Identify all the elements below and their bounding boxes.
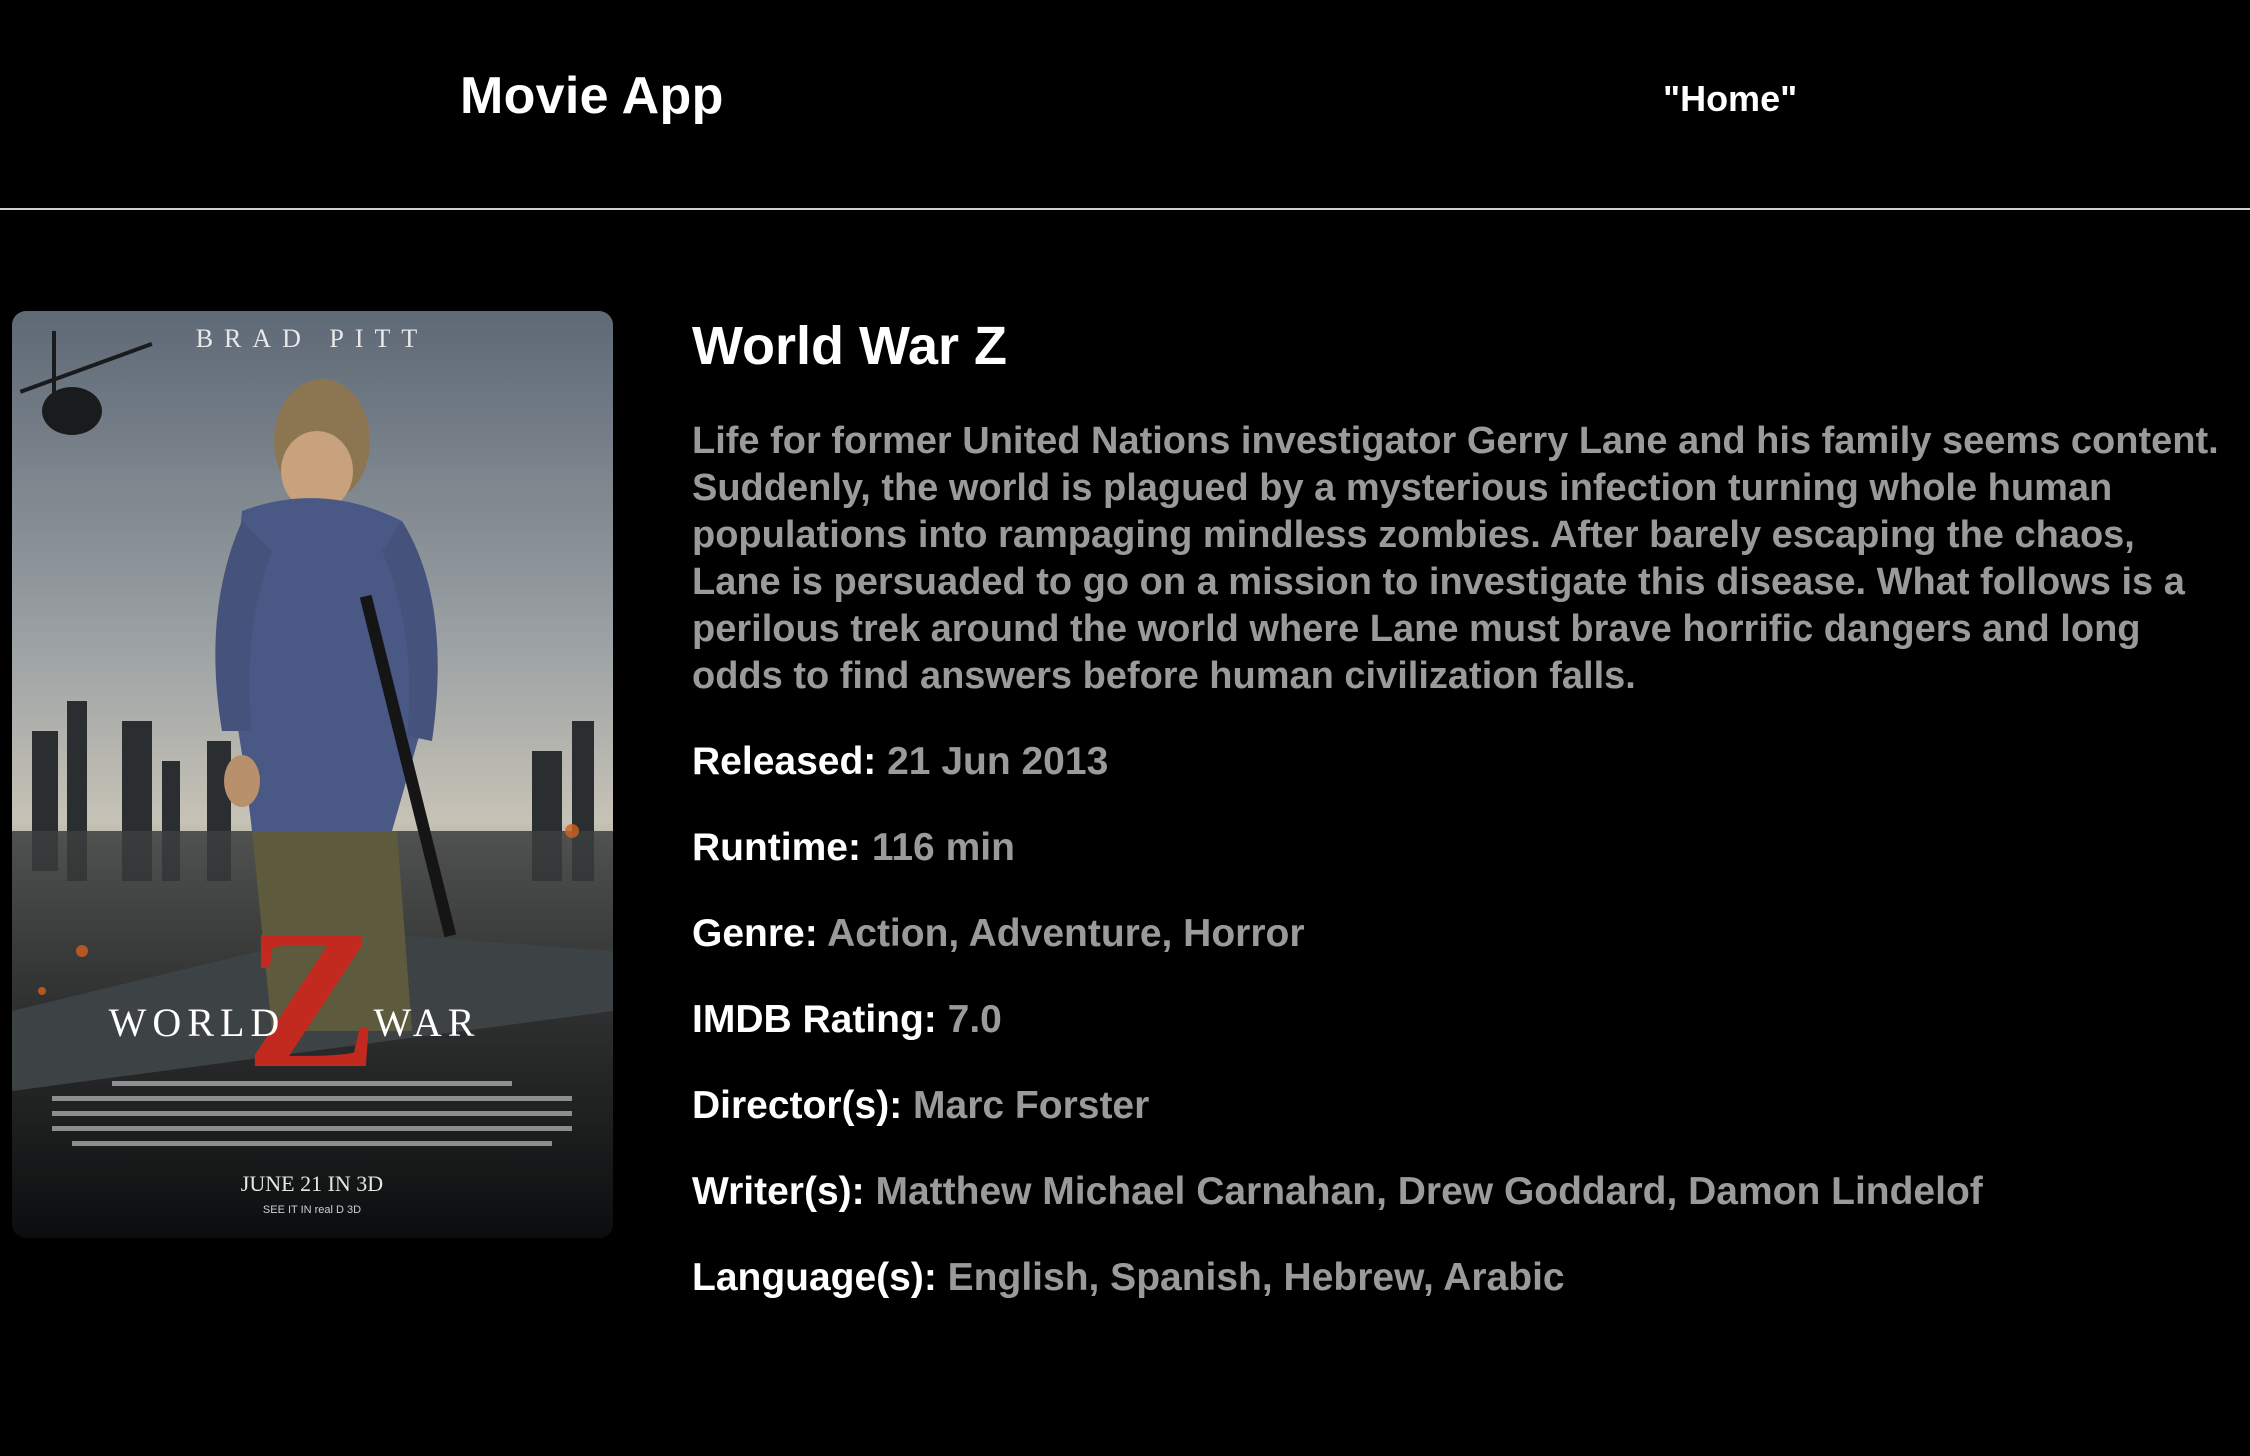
field-released-value: 21 Jun 2013 [887, 740, 1109, 783]
field-director-value: Marc Forster [913, 1084, 1150, 1127]
field-imdb-rating-label: IMDB Rating: [692, 998, 948, 1041]
field-writer: Writer(s): Matthew Michael Carnahan, Dre… [692, 1168, 2232, 1216]
field-released: Released: 21 Jun 2013 [692, 738, 2232, 786]
field-language-value: English, Spanish, Hebrew, Arabic [947, 1256, 1565, 1299]
field-director: Director(s): Marc Forster [692, 1082, 2232, 1130]
nav-home-link[interactable]: "Home" [1663, 78, 1797, 120]
poster-actor-text: BRAD PITT [196, 324, 429, 353]
poster-title-world: WORLD [109, 1000, 286, 1045]
field-runtime-label: Runtime: [692, 826, 872, 869]
field-writer-label: Writer(s): [692, 1170, 876, 1213]
poster-release-text: JUNE 21 IN 3D [241, 1171, 383, 1196]
movie-plot: Life for former United Nations investiga… [692, 420, 2219, 697]
poster-see-text: SEE IT IN real D 3D [263, 1204, 361, 1216]
field-runtime-value: 116 min [871, 826, 1015, 869]
field-genre: Genre: Action, Adventure, Horror [692, 910, 2232, 958]
field-imdb-rating-value: 7.0 [947, 998, 1002, 1041]
navbar: Movie App "Home" [0, 0, 2250, 210]
field-runtime: Runtime: 116 min [692, 824, 2232, 872]
field-language-label: Language(s): [692, 1256, 948, 1299]
field-genre-label: Genre: [692, 912, 828, 955]
field-imdb-rating: IMDB Rating: 7.0 [692, 996, 2232, 1044]
field-writer-value: Matthew Michael Carnahan, Drew Goddard, … [875, 1170, 1983, 1213]
movie-details: World War Z Life for former United Natio… [692, 310, 2232, 1302]
brand-link[interactable]: Movie App [460, 66, 724, 126]
movie-title: World War Z [692, 316, 1007, 376]
field-language: Language(s): English, Spanish, Hebrew, A… [692, 1254, 2232, 1302]
movie-poster: BRAD PITT Z WORLD WAR JUNE 21 IN 3D SEE … [12, 311, 613, 1238]
field-director-label: Director(s): [692, 1084, 914, 1127]
field-genre-value: Action, Adventure, Horror [827, 912, 1305, 955]
field-released-label: Released: [692, 740, 888, 783]
poster-title-war: WAR [374, 1000, 481, 1045]
